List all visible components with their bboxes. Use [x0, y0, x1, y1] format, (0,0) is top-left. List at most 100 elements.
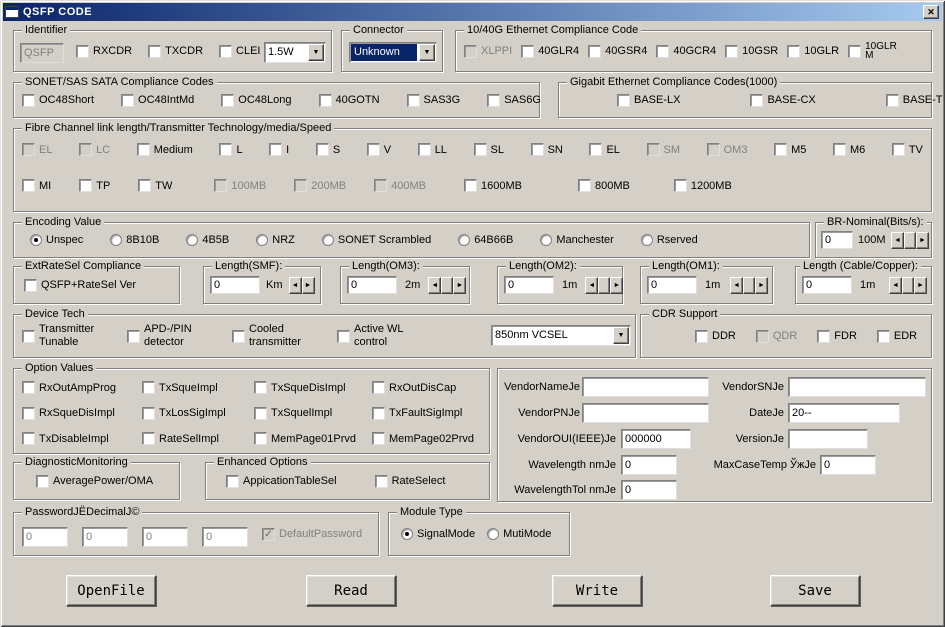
- scroll-right-button[interactable]: ►: [610, 277, 623, 294]
- checkbox-box[interactable]: [219, 143, 232, 156]
- checkbox-appicationtablesel[interactable]: AppicationTableSel: [226, 475, 337, 488]
- checkbox-box[interactable]: [877, 330, 890, 343]
- radio-circle[interactable]: [30, 234, 42, 246]
- checkbox-cooled-transmitter[interactable]: Cooled transmitter: [232, 323, 327, 349]
- checkbox-oc48intmd[interactable]: OC48IntMd: [121, 94, 194, 107]
- checkbox-base-cx[interactable]: BASE-CX: [750, 94, 815, 107]
- checkbox-box[interactable]: [833, 143, 846, 156]
- radio-circle[interactable]: [322, 234, 334, 246]
- checkbox-800mb[interactable]: 800MB: [578, 179, 630, 192]
- device-tech-dropdown[interactable]: 850nm VCSEL ▼: [491, 325, 631, 346]
- checkbox-sl[interactable]: SL: [474, 143, 504, 156]
- checkbox-40glr4[interactable]: 40GLR4: [521, 45, 579, 58]
- checkbox-tw[interactable]: TW: [138, 179, 172, 192]
- checkbox-clei[interactable]: CLEI: [219, 45, 260, 58]
- checkbox-qsfp-ratesel-ver[interactable]: QSFP+RateSel Ver: [24, 279, 136, 292]
- checkbox-m5[interactable]: M5: [774, 143, 806, 156]
- checkbox-box[interactable]: [588, 45, 601, 58]
- radio-rserved[interactable]: Rserved: [641, 234, 698, 246]
- checkbox-box[interactable]: [138, 179, 151, 192]
- checkbox-active-wl-control[interactable]: Active WL control: [337, 323, 432, 349]
- checkbox-medium[interactable]: Medium: [137, 143, 193, 156]
- title-bar[interactable]: QSFP CODE ✕: [3, 3, 942, 21]
- checkbox-box[interactable]: [24, 279, 37, 292]
- checkbox-box[interactable]: [372, 432, 385, 445]
- scroll-right-button[interactable]: ►: [302, 277, 315, 294]
- dropdown-arrow-icon[interactable]: ▼: [419, 44, 435, 61]
- checkbox-box[interactable]: [418, 143, 431, 156]
- checkbox-sas6g[interactable]: SAS6G: [487, 94, 541, 107]
- br-nominal-scrollbar[interactable]: ◄ ►: [891, 232, 929, 249]
- length-cable-scrollbar[interactable]: ◄ ►: [889, 277, 927, 294]
- checkbox-box[interactable]: [464, 179, 477, 192]
- checkbox-apd-pin-detector[interactable]: APD-/PIN detector: [127, 323, 222, 349]
- checkbox-tp[interactable]: TP: [79, 179, 110, 192]
- checkbox-rxoutdiscap[interactable]: RxOutDisCap: [372, 381, 483, 394]
- checkbox-box[interactable]: [487, 94, 500, 107]
- length-om3-field[interactable]: [347, 276, 397, 294]
- checkbox-l[interactable]: L: [219, 143, 242, 156]
- length-smf-field[interactable]: [210, 276, 260, 294]
- checkbox-edr[interactable]: EDR: [877, 330, 917, 343]
- checkbox-box[interactable]: [221, 94, 234, 107]
- radio-mutimode[interactable]: MutiMode: [487, 528, 551, 540]
- scroll-thumb[interactable]: [743, 277, 755, 294]
- openfile-button[interactable]: OpenFile: [66, 575, 156, 606]
- checkbox-box[interactable]: [219, 45, 232, 58]
- radio-nrz[interactable]: NRZ: [256, 234, 295, 246]
- write-button[interactable]: Write: [552, 575, 642, 606]
- checkbox-box[interactable]: [142, 432, 155, 445]
- checkbox-rxcdr[interactable]: RXCDR: [76, 45, 132, 58]
- checkbox-rxoutampprog[interactable]: RxOutAmpProg: [22, 381, 142, 394]
- checkbox-box[interactable]: [36, 475, 49, 488]
- checkbox-10gsr[interactable]: 10GSR: [725, 45, 778, 58]
- checkbox-box[interactable]: [892, 143, 905, 156]
- checkbox-box[interactable]: [474, 143, 487, 156]
- radio-circle[interactable]: [487, 528, 499, 540]
- checkbox-box[interactable]: [725, 45, 738, 58]
- checkbox-transmitter-tunable[interactable]: Transmitter Tunable: [22, 323, 117, 349]
- checkbox-m6[interactable]: M6: [833, 143, 865, 156]
- checkbox-ddr[interactable]: DDR: [695, 330, 736, 343]
- checkbox-txdisableimpl[interactable]: TxDisableImpl: [22, 432, 142, 445]
- scroll-right-button[interactable]: ►: [916, 232, 929, 249]
- checkbox-box[interactable]: [148, 45, 161, 58]
- version-field[interactable]: [788, 429, 868, 449]
- radio-4b5b[interactable]: 4B5B: [186, 234, 229, 246]
- checkbox-box[interactable]: [787, 45, 800, 58]
- checkbox-box[interactable]: [316, 143, 329, 156]
- checkbox-10glr-m[interactable]: 10GLR M: [848, 42, 901, 60]
- checkbox-box[interactable]: [367, 143, 380, 156]
- checkbox-box[interactable]: [137, 143, 150, 156]
- checkbox-box[interactable]: [254, 432, 267, 445]
- checkbox-txsquelimpl[interactable]: TxSquelImpl: [254, 407, 372, 420]
- radio-circle[interactable]: [401, 528, 413, 540]
- radio-manchester[interactable]: Manchester: [540, 234, 613, 246]
- checkbox-base-lx[interactable]: BASE-LX: [617, 94, 680, 107]
- checkbox-box[interactable]: [76, 45, 89, 58]
- checkbox-averagepower-oma[interactable]: AveragePower/OMA: [36, 475, 153, 488]
- checkbox-rxsquedisimpl[interactable]: RxSqueDisImpl: [22, 407, 142, 420]
- checkbox-ll[interactable]: LL: [418, 143, 447, 156]
- scroll-left-button[interactable]: ◄: [289, 277, 302, 294]
- dropdown-arrow-icon[interactable]: ▼: [613, 327, 629, 344]
- radio-64b66b[interactable]: 64B66B: [458, 234, 513, 246]
- checkbox-txsquedisimpl[interactable]: TxSqueDisImpl: [254, 381, 372, 394]
- scroll-left-button[interactable]: ◄: [428, 277, 441, 294]
- radio-sonet-scrambled[interactable]: SONET Scrambled: [322, 234, 431, 246]
- checkbox-box[interactable]: [22, 179, 35, 192]
- checkbox-box[interactable]: [589, 143, 602, 156]
- maxcasetemp-field[interactable]: [820, 455, 876, 475]
- scroll-left-button[interactable]: ◄: [889, 277, 902, 294]
- checkbox-sn[interactable]: SN: [531, 143, 563, 156]
- checkbox-box[interactable]: [656, 45, 669, 58]
- checkbox-box[interactable]: [226, 475, 239, 488]
- checkbox-box[interactable]: [774, 143, 787, 156]
- scroll-thumb[interactable]: [598, 277, 610, 294]
- length-om1-scrollbar[interactable]: ◄ ►: [730, 277, 768, 294]
- radio-circle[interactable]: [256, 234, 268, 246]
- checkbox-box[interactable]: [407, 94, 420, 107]
- checkbox-box[interactable]: [22, 330, 35, 343]
- checkbox-box[interactable]: [22, 432, 35, 445]
- length-om1-field[interactable]: [647, 276, 697, 294]
